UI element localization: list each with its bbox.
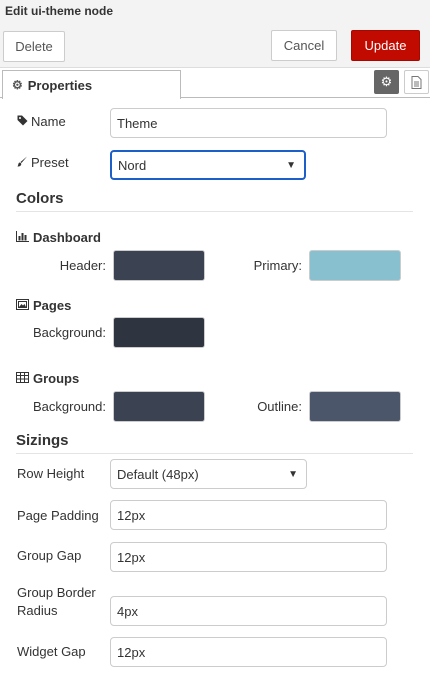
bar-chart-icon (16, 231, 33, 245)
preset-label: Preset (17, 155, 69, 170)
picture-icon (16, 299, 33, 313)
pages-subheading: Pages (16, 298, 71, 313)
group-border-radius-input[interactable] (110, 596, 387, 626)
tab-properties-label: Properties (27, 77, 93, 93)
description-tab-button[interactable] (404, 70, 429, 94)
dialog-title: Edit ui-theme node (5, 4, 113, 18)
chevron-down-icon: ▼ (286, 159, 296, 171)
primary-color-label: Primary: (253, 258, 302, 273)
header-color-label: Header: (59, 258, 106, 273)
row-height-select[interactable]: Default (48px) ▼ (110, 459, 307, 489)
paintbrush-icon (17, 156, 31, 170)
table-icon (16, 372, 33, 386)
widget-gap-input[interactable] (110, 637, 387, 667)
page-padding-label: Page Padding (17, 508, 99, 523)
cancel-button[interactable]: Cancel (271, 30, 337, 61)
row-height-label: Row Height (17, 466, 85, 481)
row-height-select-value: Default (48px) (117, 466, 199, 482)
pages-background-label: Background: (33, 325, 106, 340)
preset-select[interactable]: Nord ▼ (110, 150, 306, 180)
header-color-swatch[interactable] (113, 250, 205, 281)
tab-properties[interactable]: ⚙ Properties (2, 70, 181, 99)
group-border-radius-label-line1: Group Border (17, 585, 96, 600)
group-border-radius-label-line2: Radius (17, 603, 58, 618)
settings-tab-button[interactable]: ⚙ (374, 70, 399, 94)
groups-outline-swatch[interactable] (309, 391, 401, 422)
document-icon (411, 75, 422, 89)
dashboard-subheading: Dashboard (16, 230, 101, 245)
tab-bar: ⚙ Properties ⚙ (0, 68, 430, 99)
sizings-section-heading: Sizings (16, 432, 413, 454)
dialog-toolbar: Delete Cancel Update (0, 24, 430, 68)
gear-icon: ⚙ (380, 74, 393, 89)
page-padding-input[interactable] (110, 500, 387, 530)
pages-background-swatch[interactable] (113, 317, 205, 348)
name-input[interactable] (110, 108, 387, 138)
group-gap-label: Group Gap (17, 548, 82, 563)
chevron-down-icon: ▼ (288, 468, 298, 480)
primary-color-swatch[interactable] (309, 250, 401, 281)
widget-gap-label: Widget Gap (17, 644, 86, 659)
update-button[interactable]: Update (351, 30, 420, 61)
dialog-title-bar: Edit ui-theme node (0, 0, 430, 24)
tag-icon (17, 115, 31, 129)
group-gap-input[interactable] (110, 542, 387, 572)
groups-background-label: Background: (33, 399, 106, 414)
preset-select-value: Nord (118, 157, 147, 173)
delete-button[interactable]: Delete (3, 31, 65, 62)
groups-background-swatch[interactable] (113, 391, 205, 422)
gear-icon: ⚙ (12, 78, 23, 92)
name-label: Name (17, 114, 66, 129)
colors-section-heading: Colors (16, 190, 413, 212)
groups-subheading: Groups (16, 371, 79, 386)
groups-outline-label: Outline: (257, 399, 302, 414)
